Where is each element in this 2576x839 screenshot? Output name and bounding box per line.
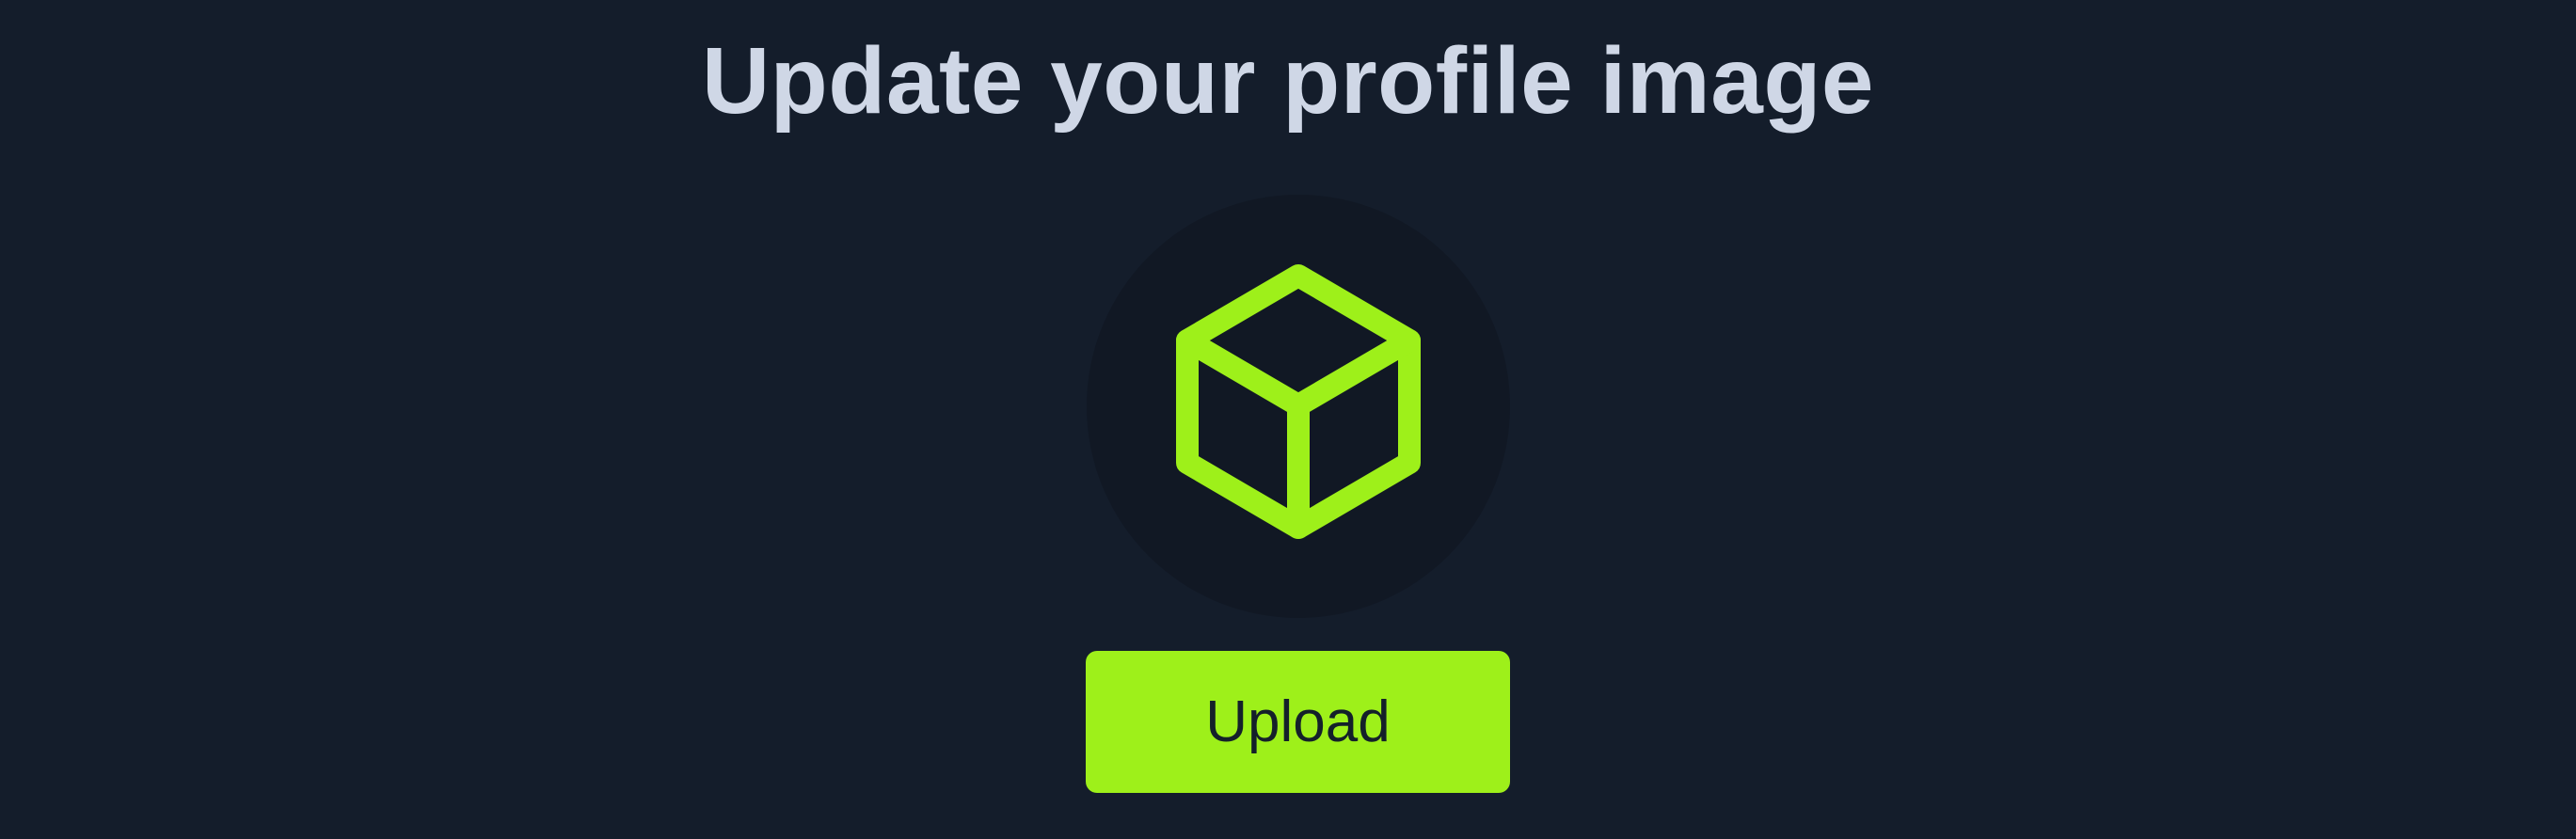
upload-button[interactable]: Upload	[1086, 651, 1510, 793]
avatar[interactable]	[1087, 195, 1510, 618]
cube-icon	[1176, 264, 1421, 539]
page-title: Update your profile image	[701, 28, 1875, 134]
